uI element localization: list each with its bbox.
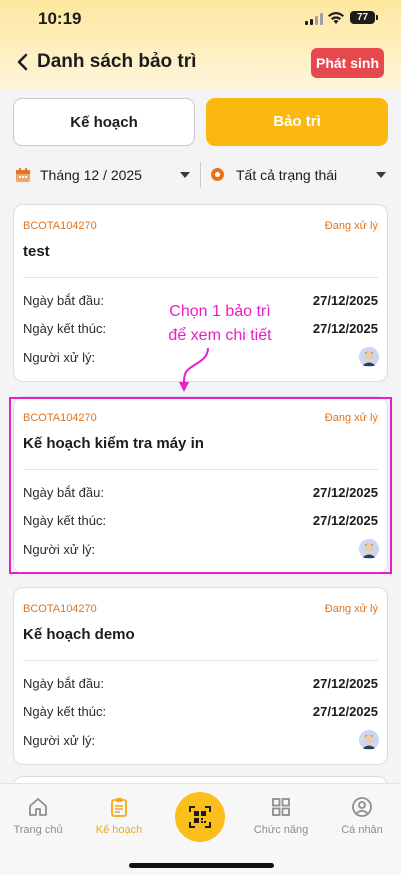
tab-bao-tri[interactable]: Bảo trì — [206, 98, 388, 146]
nav-ke-hoach[interactable]: Kế hoạch — [79, 796, 159, 836]
month-filter[interactable]: Tháng 12 / 2025 — [40, 167, 142, 183]
end-date-label: Ngày kết thúc: — [23, 321, 107, 336]
user-icon — [352, 797, 372, 817]
home-indicator — [129, 863, 274, 868]
nav-ca-nhan[interactable]: Cá nhân — [322, 796, 401, 836]
end-date-value: 27/12/2025 — [312, 704, 378, 719]
avatar — [359, 347, 379, 367]
nav-home-label: Trang chủ — [13, 824, 63, 836]
card-title: test — [23, 243, 50, 260]
status-bar: 10:19 77 — [0, 0, 401, 40]
nav-ke-hoach-label: Kế hoạch — [95, 824, 143, 836]
nav-chuc-nang-label: Chức năng — [253, 824, 309, 836]
card-code: BCOTA104270 — [23, 220, 97, 232]
home-icon — [29, 798, 47, 816]
start-date-value: 27/12/2025 — [312, 293, 378, 308]
end-date-label: Ngày kết thúc: — [23, 704, 107, 719]
start-date-value: 27/12/2025 — [312, 676, 378, 691]
handler-label: Người xử lý: — [23, 350, 96, 365]
filter-divider — [200, 162, 201, 188]
nav-home[interactable]: Trang chủ — [0, 796, 78, 836]
month-dropdown-caret-icon[interactable] — [180, 172, 190, 178]
battery-icon: 77 — [350, 11, 378, 24]
nav-ca-nhan-label: Cá nhân — [341, 824, 383, 836]
annotation-arrow-icon — [179, 347, 209, 392]
annotation-text: Chọn 1 bảo trì để xem chi tiết — [150, 300, 290, 348]
card-divider — [23, 277, 378, 278]
page-title: Danh sách bảo trì — [37, 51, 197, 72]
filter-bar: Tháng 12 / 2025 Tất cả trạng thái — [0, 160, 401, 190]
bottom-nav: Trang chủ Kế hoạch Chức năng Cá nhân — [0, 783, 401, 875]
card-divider — [23, 660, 378, 661]
status-filter[interactable]: Tất cả trạng thái — [236, 167, 337, 183]
tab-ke-hoach[interactable]: Kế hoạch — [13, 98, 195, 146]
grid-icon — [272, 798, 290, 816]
clipboard-icon — [111, 798, 127, 817]
header: 10:19 77 Danh sách bảo trì Phát sinh — [0, 0, 401, 90]
highlight-box — [9, 397, 392, 574]
card-title: Kế hoạch demo — [23, 626, 135, 643]
handler-label: Người xử lý: — [23, 733, 96, 748]
status-time: 10:19 — [38, 9, 82, 28]
avatar — [359, 730, 379, 750]
annotation-line-2: để xem chi tiết — [168, 327, 272, 344]
end-date-value: 27/12/2025 — [312, 321, 378, 336]
status-dot-icon — [211, 168, 224, 181]
start-date-label: Ngày bắt đầu: — [23, 676, 104, 691]
card-status: Đang xử lý — [324, 220, 378, 232]
tab-bar: Kế hoạch Bảo trì — [13, 98, 388, 146]
nav-chuc-nang[interactable]: Chức năng — [241, 796, 321, 836]
calendar-icon — [16, 168, 30, 182]
maintenance-card[interactable]: BCOTA104270 Đang xử lý Kế hoạch demo Ngà… — [13, 587, 388, 765]
qr-code-icon — [189, 806, 211, 828]
back-chevron-icon[interactable] — [16, 52, 30, 72]
wifi-icon — [328, 12, 344, 24]
phat-sinh-button[interactable]: Phát sinh — [311, 48, 384, 78]
qr-scan-button[interactable] — [175, 792, 225, 842]
status-dropdown-caret-icon[interactable] — [376, 172, 386, 178]
nav-bar: Danh sách bảo trì Phát sinh — [0, 44, 401, 82]
card-status: Đang xử lý — [324, 603, 378, 615]
start-date-label: Ngày bắt đầu: — [23, 293, 104, 308]
signal-icon — [305, 13, 323, 25]
card-code: BCOTA104270 — [23, 603, 97, 615]
annotation-line-1: Chọn 1 bảo trì — [169, 303, 271, 320]
